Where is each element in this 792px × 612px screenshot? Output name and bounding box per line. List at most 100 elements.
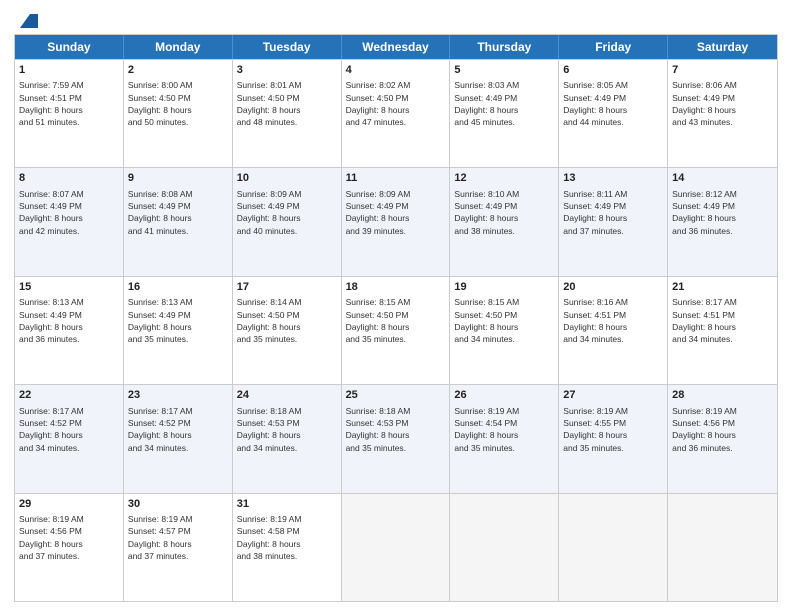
day-number: 18 <box>346 280 446 295</box>
cell-info: Sunrise: 8:19 AMSunset: 4:55 PMDaylight:… <box>563 405 663 454</box>
day-number: 24 <box>237 388 337 403</box>
calendar-body: 1Sunrise: 7:59 AMSunset: 4:51 PMDaylight… <box>15 59 777 601</box>
cell-info: Sunrise: 8:18 AMSunset: 4:53 PMDaylight:… <box>237 405 337 454</box>
cal-cell-15: 15Sunrise: 8:13 AMSunset: 4:49 PMDayligh… <box>15 277 124 384</box>
cell-info: Sunrise: 8:11 AMSunset: 4:49 PMDaylight:… <box>563 188 663 237</box>
cal-cell-empty <box>668 494 777 601</box>
day-number: 6 <box>563 63 663 78</box>
cell-info: Sunrise: 7:59 AMSunset: 4:51 PMDaylight:… <box>19 79 119 128</box>
day-number: 28 <box>672 388 773 403</box>
day-number: 11 <box>346 171 446 186</box>
cell-info: Sunrise: 8:00 AMSunset: 4:50 PMDaylight:… <box>128 79 228 128</box>
cal-cell-14: 14Sunrise: 8:12 AMSunset: 4:49 PMDayligh… <box>668 168 777 275</box>
cell-info: Sunrise: 8:09 AMSunset: 4:49 PMDaylight:… <box>346 188 446 237</box>
cal-cell-6: 6Sunrise: 8:05 AMSunset: 4:49 PMDaylight… <box>559 60 668 167</box>
cal-cell-9: 9Sunrise: 8:08 AMSunset: 4:49 PMDaylight… <box>124 168 233 275</box>
weekday-header-thursday: Thursday <box>450 35 559 59</box>
cal-cell-5: 5Sunrise: 8:03 AMSunset: 4:49 PMDaylight… <box>450 60 559 167</box>
day-number: 19 <box>454 280 554 295</box>
cal-cell-29: 29Sunrise: 8:19 AMSunset: 4:56 PMDayligh… <box>15 494 124 601</box>
cal-cell-empty <box>450 494 559 601</box>
cal-cell-12: 12 Sunrise: 8:10 AMSunset: 4:49 PMDayligh… <box>450 168 559 275</box>
cell-info: Sunrise: 8:13 AMSunset: 4:49 PMDaylight:… <box>128 296 228 345</box>
cell-info: Sunrise: 8:02 AMSunset: 4:50 PMDaylight:… <box>346 79 446 128</box>
cal-cell-4: 4Sunrise: 8:02 AMSunset: 4:50 PMDaylight… <box>342 60 451 167</box>
calendar-row-2: 8 Sunrise: 8:07 AMSunset: 4:49 PMDaylight… <box>15 167 777 275</box>
cal-cell-17: 17Sunrise: 8:14 AMSunset: 4:50 PMDayligh… <box>233 277 342 384</box>
cal-cell-30: 30Sunrise: 8:19 AMSunset: 4:57 PMDayligh… <box>124 494 233 601</box>
cal-cell-3: 3Sunrise: 8:01 AMSunset: 4:50 PMDaylight… <box>233 60 342 167</box>
cal-cell-28: 28 Sunrise: 8:19 AMSunset: 4:56 PMDayligh… <box>668 385 777 492</box>
cal-cell-empty <box>342 494 451 601</box>
day-number: 26 <box>454 388 554 403</box>
day-number: 12 <box>454 171 554 186</box>
cal-cell-19: 19Sunrise: 8:15 AMSunset: 4:50 PMDayligh… <box>450 277 559 384</box>
weekday-header-friday: Friday <box>559 35 668 59</box>
day-number: 21 <box>672 280 773 295</box>
day-number: 17 <box>237 280 337 295</box>
cell-info: Sunrise: 8:19 AMSunset: 4:56 PMDaylight:… <box>19 513 119 562</box>
cell-info: Sunrise: 8:07 AMSunset: 4:49 PMDaylight:… <box>19 188 119 237</box>
day-number: 1 <box>19 63 119 78</box>
cal-cell-16: 16Sunrise: 8:13 AMSunset: 4:49 PMDayligh… <box>124 277 233 384</box>
cal-cell-10: 10 Sunrise: 8:09 AMSunset: 4:49 PMDayligh… <box>233 168 342 275</box>
cell-info: Sunrise: 8:15 AMSunset: 4:50 PMDaylight:… <box>346 296 446 345</box>
day-number: 10 <box>237 171 337 186</box>
day-number: 25 <box>346 388 446 403</box>
cell-info: Sunrise: 8:17 AMSunset: 4:51 PMDaylight:… <box>672 296 773 345</box>
cal-cell-7: 7Sunrise: 8:06 AMSunset: 4:49 PMDaylight… <box>668 60 777 167</box>
cal-cell-13: 13Sunrise: 8:11 AMSunset: 4:49 PMDayligh… <box>559 168 668 275</box>
cal-cell-27: 27 Sunrise: 8:19 AMSunset: 4:55 PMDayligh… <box>559 385 668 492</box>
weekday-header-sunday: Sunday <box>15 35 124 59</box>
cell-info: Sunrise: 8:05 AMSunset: 4:49 PMDaylight:… <box>563 79 663 128</box>
day-number: 27 <box>563 388 663 403</box>
day-number: 23 <box>128 388 228 403</box>
day-number: 8 <box>19 171 119 186</box>
cal-cell-21: 21Sunrise: 8:17 AMSunset: 4:51 PMDayligh… <box>668 277 777 384</box>
day-number: 30 <box>128 497 228 512</box>
cal-cell-8: 8 Sunrise: 8:07 AMSunset: 4:49 PMDaylight… <box>15 168 124 275</box>
logo-icon <box>16 10 38 32</box>
cell-info: Sunrise: 8:06 AMSunset: 4:49 PMDaylight:… <box>672 79 773 128</box>
day-number: 4 <box>346 63 446 78</box>
cell-info: Sunrise: 8:14 AMSunset: 4:50 PMDaylight:… <box>237 296 337 345</box>
cell-info: Sunrise: 8:10 AMSunset: 4:49 PMDaylight:… <box>454 188 554 237</box>
cell-info: Sunrise: 8:09 AMSunset: 4:49 PMDaylight:… <box>237 188 337 237</box>
cell-info: Sunrise: 8:17 AMSunset: 4:52 PMDaylight:… <box>19 405 119 454</box>
day-number: 31 <box>237 497 337 512</box>
weekday-header-tuesday: Tuesday <box>233 35 342 59</box>
day-number: 22 <box>19 388 119 403</box>
cell-info: Sunrise: 8:16 AMSunset: 4:51 PMDaylight:… <box>563 296 663 345</box>
cal-cell-11: 11 Sunrise: 8:09 AMSunset: 4:49 PMDayligh… <box>342 168 451 275</box>
cal-cell-25: 25Sunrise: 8:18 AMSunset: 4:53 PMDayligh… <box>342 385 451 492</box>
cal-cell-24: 24 Sunrise: 8:18 AMSunset: 4:53 PMDayligh… <box>233 385 342 492</box>
day-number: 15 <box>19 280 119 295</box>
cell-info: Sunrise: 8:03 AMSunset: 4:49 PMDaylight:… <box>454 79 554 128</box>
cell-info: Sunrise: 8:12 AMSunset: 4:49 PMDaylight:… <box>672 188 773 237</box>
day-number: 29 <box>19 497 119 512</box>
calendar-row-1: 1Sunrise: 7:59 AMSunset: 4:51 PMDaylight… <box>15 59 777 167</box>
calendar-row-5: 29Sunrise: 8:19 AMSunset: 4:56 PMDayligh… <box>15 493 777 601</box>
cal-cell-31: 31Sunrise: 8:19 AMSunset: 4:58 PMDayligh… <box>233 494 342 601</box>
day-number: 16 <box>128 280 228 295</box>
cal-cell-18: 18Sunrise: 8:15 AMSunset: 4:50 PMDayligh… <box>342 277 451 384</box>
logo <box>14 10 38 28</box>
cal-cell-empty <box>559 494 668 601</box>
cell-info: Sunrise: 8:19 AMSunset: 4:54 PMDaylight:… <box>454 405 554 454</box>
cal-cell-23: 23 Sunrise: 8:17 AMSunset: 4:52 PMDayligh… <box>124 385 233 492</box>
cell-info: Sunrise: 8:19 AMSunset: 4:56 PMDaylight:… <box>672 405 773 454</box>
calendar-row-3: 15 Sunrise: 8:13 AMSunset: 4:49 PMDayligh… <box>15 276 777 384</box>
weekday-header-wednesday: Wednesday <box>342 35 451 59</box>
calendar-row-4: 22 Sunrise: 8:17 AMSunset: 4:52 PMDayligh… <box>15 384 777 492</box>
header <box>14 10 778 28</box>
cal-cell-1: 1Sunrise: 7:59 AMSunset: 4:51 PMDaylight… <box>15 60 124 167</box>
day-number: 5 <box>454 63 554 78</box>
cal-cell-22: 22 Sunrise: 8:17 AMSunset: 4:52 PMDayligh… <box>15 385 124 492</box>
logo-text <box>14 10 38 32</box>
day-number: 3 <box>237 63 337 78</box>
day-number: 20 <box>563 280 663 295</box>
calendar: SundayMondayTuesdayWednesdayThursdayFrid… <box>14 34 778 602</box>
cell-info: Sunrise: 8:19 AMSunset: 4:57 PMDaylight:… <box>128 513 228 562</box>
calendar-header: SundayMondayTuesdayWednesdayThursdayFrid… <box>15 35 777 59</box>
cell-info: Sunrise: 8:17 AMSunset: 4:52 PMDaylight:… <box>128 405 228 454</box>
